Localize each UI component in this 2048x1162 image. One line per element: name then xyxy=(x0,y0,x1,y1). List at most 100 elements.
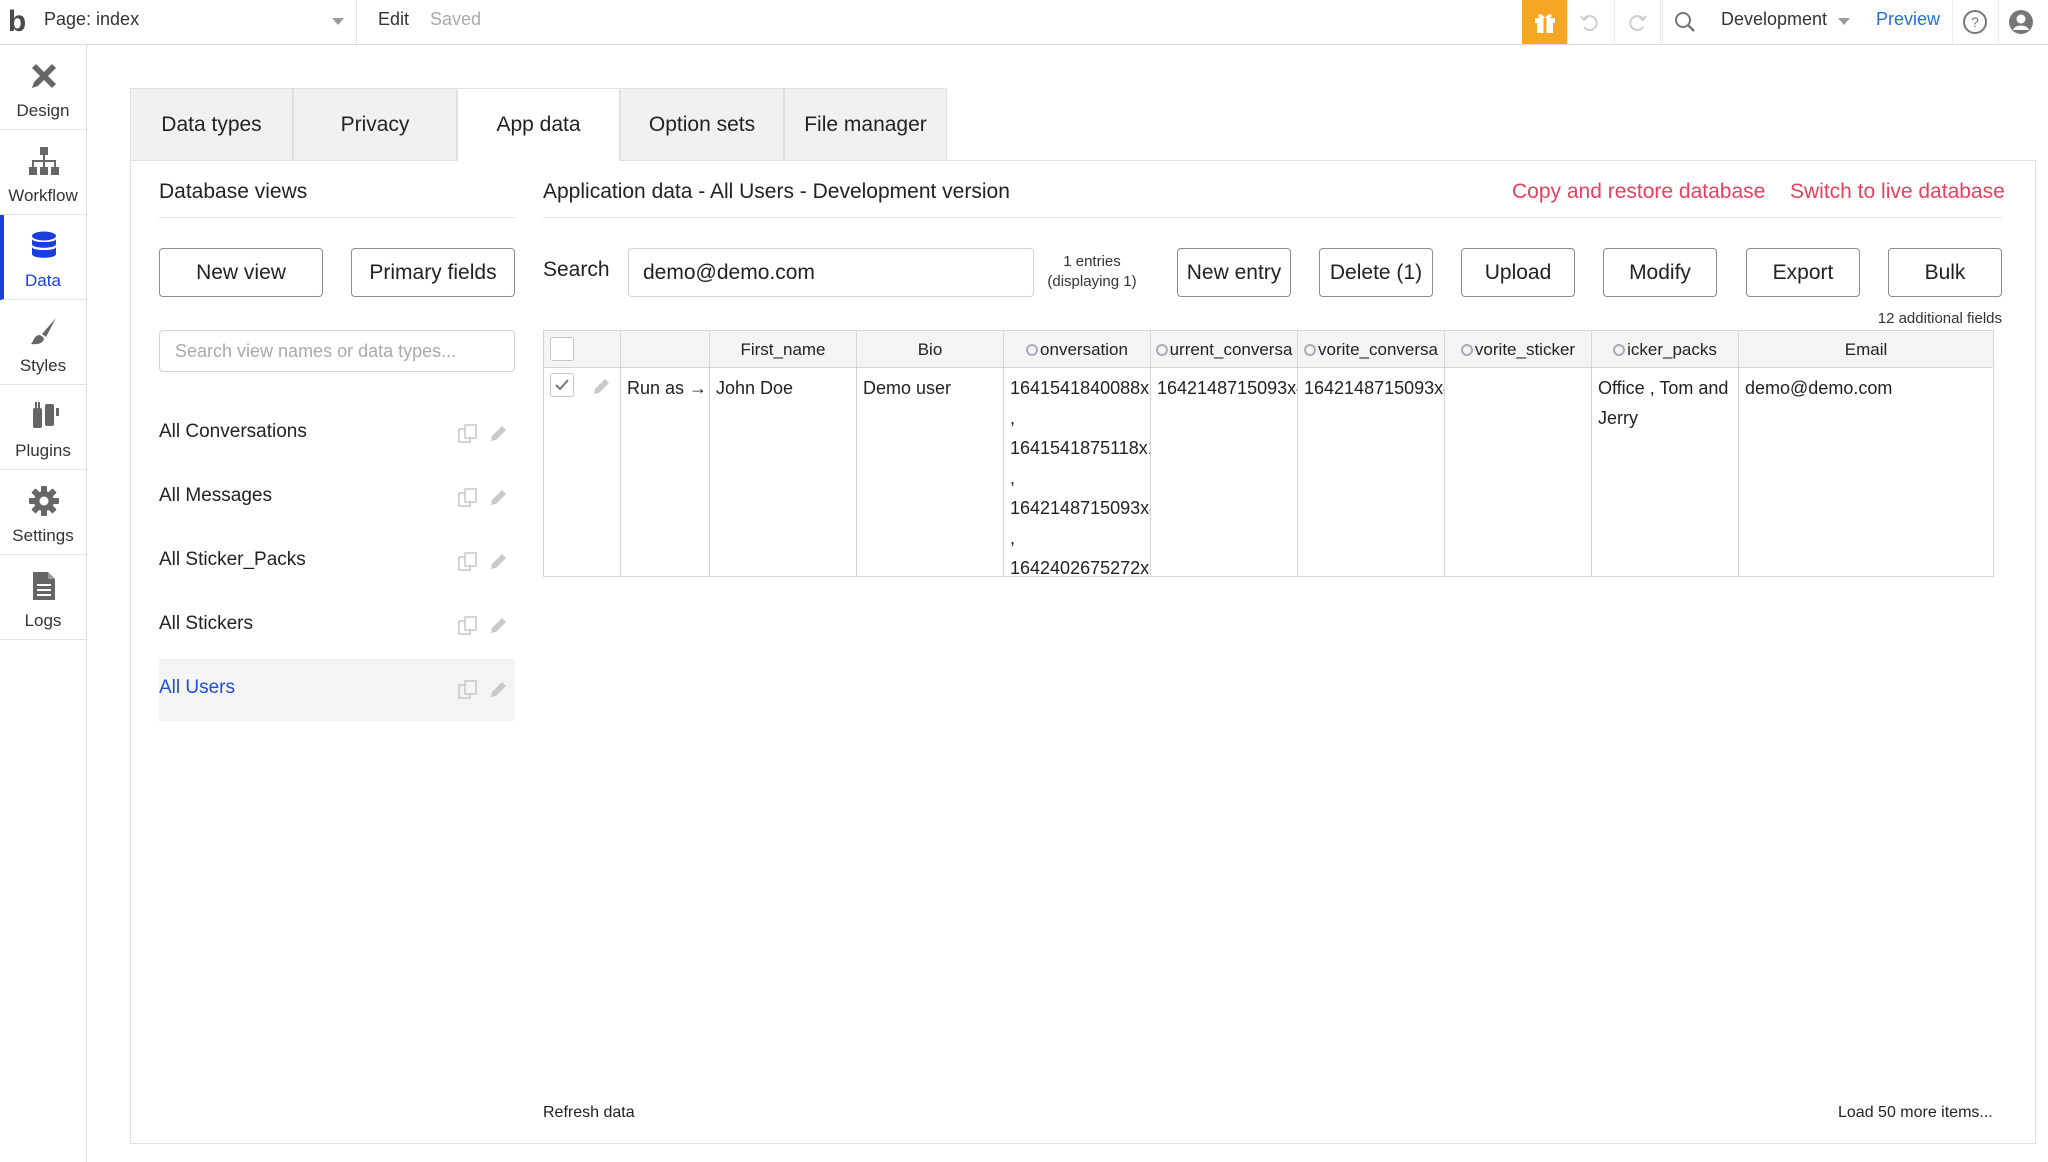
upload-button[interactable]: Upload xyxy=(1461,248,1575,297)
table-cell[interactable]: 1642148715093x4 xyxy=(1298,368,1444,576)
copy-restore-database-link[interactable]: Copy and restore database xyxy=(1512,180,1765,204)
sidebar-item-logs[interactable]: Logs xyxy=(0,555,86,640)
view-item-label: All Stickers xyxy=(159,613,253,634)
current-conversation-column: urrent_conversa 1642148715093x4 xyxy=(1151,331,1298,576)
view-item-all-conversations[interactable]: All Conversations xyxy=(159,403,515,465)
sidebar-item-plugins[interactable]: Plugins xyxy=(0,385,86,470)
modify-button[interactable]: Modify xyxy=(1603,248,1717,297)
run-as-link[interactable]: Run as → xyxy=(627,378,707,398)
table-header-cell[interactable]: urrent_conversa xyxy=(1151,331,1297,368)
table-cell[interactable]: demo@demo.com xyxy=(1739,368,1993,576)
tab-privacy[interactable]: Privacy xyxy=(293,88,457,161)
switch-live-database-link[interactable]: Switch to live database xyxy=(1790,180,2005,204)
chevron-down-icon xyxy=(1838,18,1850,25)
copy-icon[interactable] xyxy=(457,679,479,701)
table-header-cell[interactable]: Bio xyxy=(857,331,1003,368)
table-header-cell[interactable]: First_name xyxy=(710,331,856,368)
sidebar-item-workflow[interactable]: Workflow xyxy=(0,130,86,215)
bubble-logo[interactable]: b xyxy=(0,0,34,44)
pencil-icon[interactable] xyxy=(487,487,509,509)
sidebar-item-styles[interactable]: Styles xyxy=(0,300,86,385)
account-button[interactable] xyxy=(1998,0,2042,44)
view-item-all-sticker-packs[interactable]: All Sticker_Packs xyxy=(159,531,515,593)
delete-button[interactable]: Delete (1) xyxy=(1319,248,1433,297)
sidebar-item-label: Settings xyxy=(12,526,74,545)
help-button[interactable]: ? xyxy=(1952,0,1996,44)
table-cell[interactable]: John Doe xyxy=(710,368,856,576)
copy-icon[interactable] xyxy=(457,423,479,445)
undo-button[interactable] xyxy=(1567,0,1611,44)
redo-button[interactable] xyxy=(1614,0,1658,44)
view-item-all-users[interactable]: All Users xyxy=(159,659,515,721)
table-header-cell xyxy=(621,331,709,368)
favorite-sticker-column: vorite_sticker xyxy=(1445,331,1592,576)
table-header-cell[interactable]: vorite_sticker xyxy=(1445,331,1591,368)
table-cell[interactable] xyxy=(1445,368,1591,576)
load-more-link[interactable]: Load 50 more items... xyxy=(1838,1104,1993,1122)
pencil-icon[interactable] xyxy=(487,679,509,701)
pencil-icon[interactable] xyxy=(487,423,509,445)
page-selector[interactable]: Page: index xyxy=(34,0,357,44)
pencil-icon[interactable] xyxy=(487,551,509,573)
cell-line: 1642402675272x7 xyxy=(1010,558,1150,576)
environment-selector[interactable]: Development xyxy=(1660,0,1872,44)
run-as-column: Run as → xyxy=(621,331,710,576)
sidebar-item-label: Workflow xyxy=(8,186,78,205)
brush-icon xyxy=(27,314,61,348)
redo-icon xyxy=(1628,15,1647,31)
copy-icon[interactable] xyxy=(457,615,479,637)
table-cell[interactable]: 1642148715093x4 xyxy=(1151,368,1297,576)
gift-button[interactable] xyxy=(1522,0,1567,44)
entries-count-total: 1 entries xyxy=(1063,253,1121,270)
additional-fields-link[interactable]: 12 additional fields xyxy=(1878,310,2002,327)
first-name-column: First_name John Doe xyxy=(710,331,857,576)
sticker-packs-column: icker_packs Office , Tom and Jerry xyxy=(1592,331,1739,576)
table-cell[interactable]: 1641541840088x1 , 1641541875118x1 , 1642… xyxy=(1004,368,1150,576)
data-table: Run as → First_name John Doe Bio Demo us… xyxy=(543,330,1994,577)
copy-icon[interactable] xyxy=(457,487,479,509)
table-header-cell[interactable]: onversation xyxy=(1004,331,1150,368)
select-all-checkbox[interactable] xyxy=(550,337,574,361)
tab-data-types[interactable]: Data types xyxy=(130,88,293,161)
header-label: vorite_conversa xyxy=(1317,340,1438,359)
favorite-conversation-column: vorite_conversa 1642148715093x4 xyxy=(1298,331,1445,576)
sidebar-item-data[interactable]: Data xyxy=(0,215,86,300)
view-item-label: All Messages xyxy=(159,485,272,506)
export-button[interactable]: Export xyxy=(1746,248,1860,297)
preview-link[interactable]: Preview xyxy=(1876,9,1940,30)
data-search-input[interactable] xyxy=(628,248,1034,297)
top-bar: b Page: index Edit Saved Development Pre… xyxy=(0,0,2048,45)
pencil-icon[interactable] xyxy=(487,615,509,637)
sidebar-item-settings[interactable]: Settings xyxy=(0,470,86,555)
gift-icon xyxy=(1534,14,1555,33)
edit-menu[interactable]: Edit xyxy=(378,9,409,30)
new-view-button[interactable]: New view xyxy=(159,248,323,297)
plug-icon xyxy=(27,399,61,433)
view-item-label: All Users xyxy=(159,677,236,698)
pencil-icon[interactable] xyxy=(590,376,612,398)
cell-line: , xyxy=(1010,468,1016,488)
tab-app-data[interactable]: App data xyxy=(457,88,620,161)
table-header-cell[interactable]: vorite_conversa xyxy=(1298,331,1444,368)
table-header-cell[interactable]: Email xyxy=(1739,331,1993,368)
table-cell[interactable]: Office , Tom and Jerry xyxy=(1592,368,1738,576)
table-header-cell[interactable]: icker_packs xyxy=(1592,331,1738,368)
table-cell[interactable]: Demo user xyxy=(857,368,1003,576)
view-item-all-stickers[interactable]: All Stickers xyxy=(159,595,515,657)
sidebar-item-label: Styles xyxy=(19,356,67,375)
tab-file-manager[interactable]: File manager xyxy=(784,88,947,161)
view-search-input[interactable] xyxy=(159,330,515,372)
refresh-data-link[interactable]: Refresh data xyxy=(543,1104,635,1122)
cell-line: , xyxy=(1010,528,1016,548)
header-label: urrent_conversa xyxy=(1169,340,1293,359)
tab-option-sets[interactable]: Option sets xyxy=(620,88,784,161)
primary-fields-button[interactable]: Primary fields xyxy=(351,248,515,297)
copy-icon[interactable] xyxy=(457,551,479,573)
sidebar-item-design[interactable]: Design xyxy=(0,45,86,130)
view-item-all-messages[interactable]: All Messages xyxy=(159,467,515,529)
bulk-button[interactable]: Bulk xyxy=(1888,248,2002,297)
sidebar-item-label: Data xyxy=(25,271,61,290)
new-entry-button[interactable]: New entry xyxy=(1177,248,1291,297)
row-checkbox[interactable] xyxy=(550,373,574,397)
select-column xyxy=(544,331,621,576)
